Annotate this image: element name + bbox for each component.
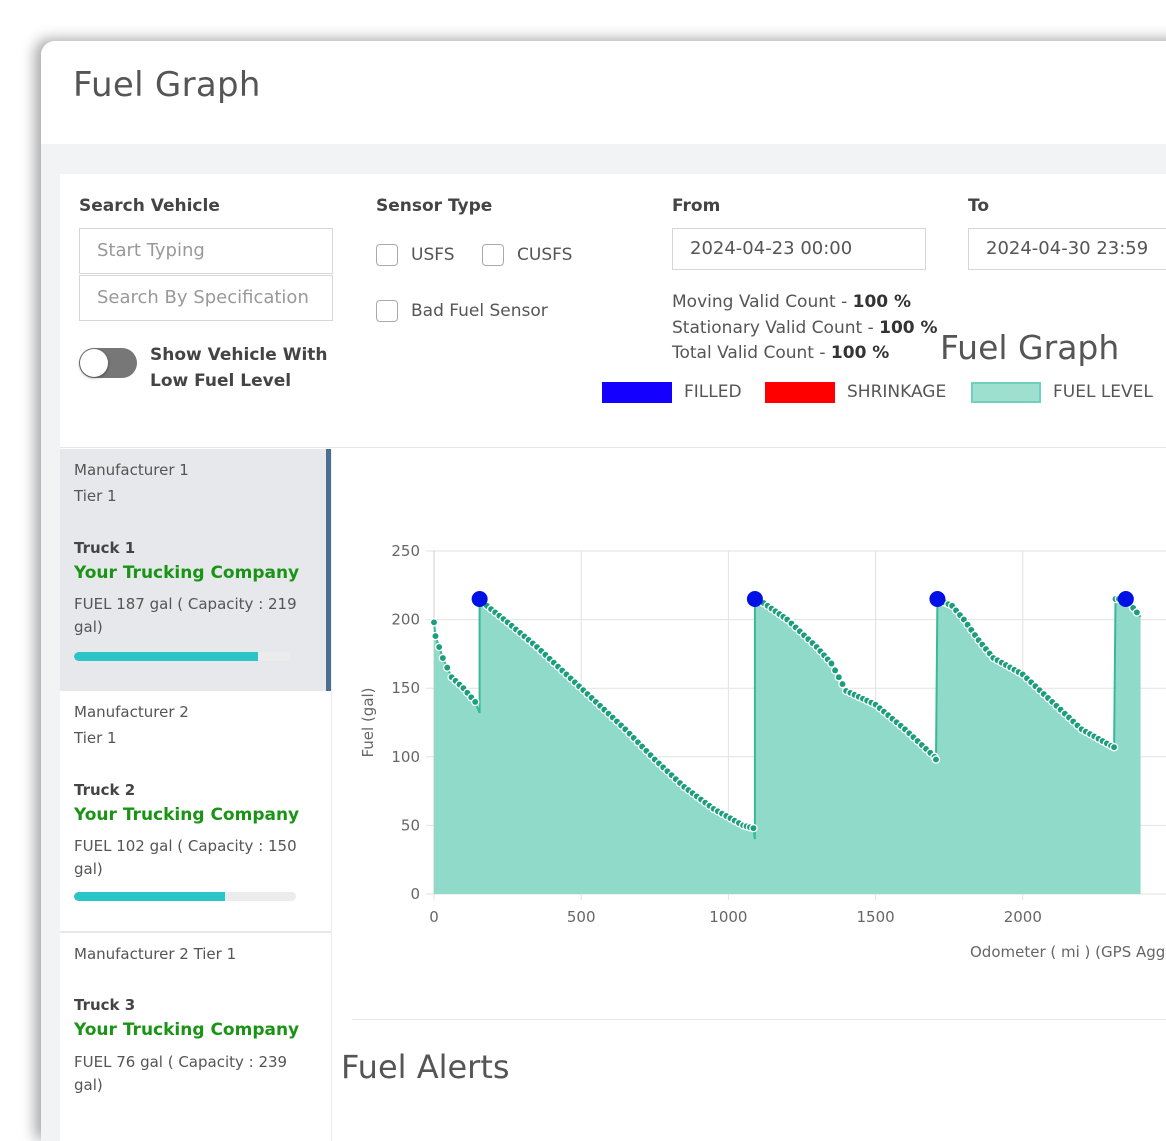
- x-tick-label: 2000: [1004, 908, 1042, 926]
- y-tick-label: 100: [391, 748, 420, 766]
- x-tick-label: 1000: [709, 908, 747, 926]
- y-tick-label: 0: [410, 885, 420, 903]
- fuel-level-point: [1132, 608, 1142, 617]
- section-divider: [352, 1019, 1166, 1020]
- x-tick-label: 1500: [857, 908, 895, 926]
- fuel-level-point: [749, 823, 758, 833]
- filled-event-marker: [746, 591, 763, 608]
- x-tick-label: 500: [567, 908, 596, 926]
- fuel-level-point: [931, 755, 941, 764]
- fuel-level-point: [1109, 742, 1119, 752]
- y-axis-title: Fuel (gal): [359, 687, 377, 757]
- fuel-level-point: [429, 618, 439, 627]
- fuel-chart: 0 50 100 150 200 250 0 500 1000 1500 2000 Fuel (gal…: [359, 542, 1166, 961]
- y-tick-label: 200: [391, 611, 420, 629]
- fuel-level-point: [442, 663, 452, 672]
- fuel-level-point: [470, 697, 480, 707]
- y-tick-label: 50: [401, 816, 420, 834]
- fuel-level-point: [834, 672, 844, 682]
- fuel-level-point: [830, 666, 840, 675]
- filled-event-marker: [471, 591, 488, 608]
- filled-event-marker: [929, 591, 946, 608]
- x-axis-title: Odometer ( mi ) (GPS Agg: [970, 943, 1165, 961]
- y-tick-label: 150: [391, 679, 420, 697]
- x-tick-label: 0: [429, 908, 439, 926]
- fuel-alerts-title: Fuel Alerts: [341, 1048, 510, 1086]
- y-tick-label: 250: [391, 542, 420, 560]
- fuel-level-point: [838, 679, 847, 689]
- filled-event-marker: [1117, 591, 1134, 608]
- fuel-level-point: [827, 659, 836, 668]
- fuel-level-area: [434, 599, 1141, 894]
- fuel-level-point: [438, 653, 448, 663]
- fuel-level-point: [431, 631, 440, 641]
- fuel-level-point: [434, 642, 444, 652]
